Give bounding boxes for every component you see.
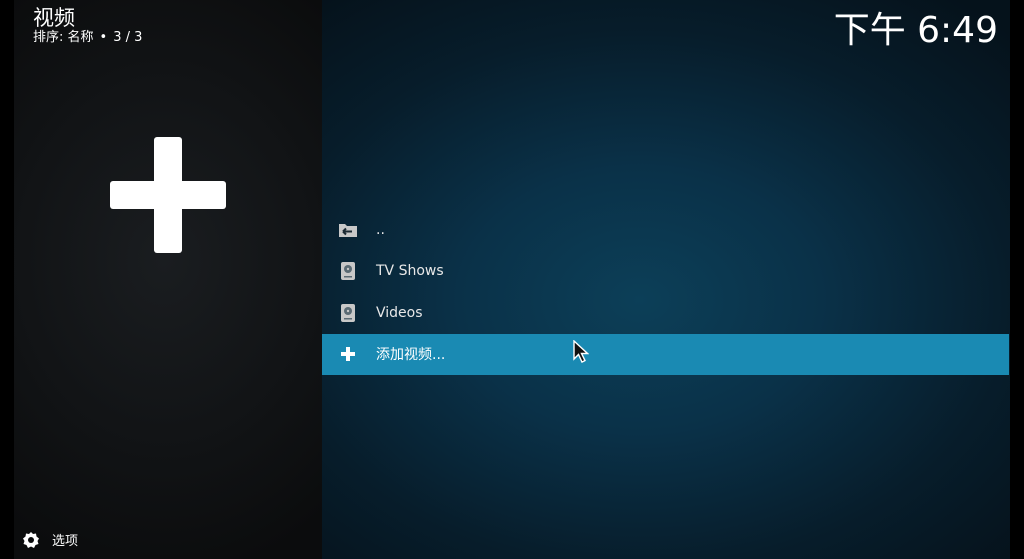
item-position: 3 / 3 xyxy=(113,30,143,45)
list-item-label: TV Shows xyxy=(376,263,444,280)
separator-dot: • xyxy=(99,30,108,45)
sort-info: 排序: 名称 • 3 / 3 xyxy=(33,30,142,46)
thumbnail-panel xyxy=(14,0,322,559)
sort-label: 排序: 名称 xyxy=(33,30,94,45)
gear-icon xyxy=(22,531,40,549)
list-item-label: Videos xyxy=(376,304,423,321)
mouse-cursor-icon xyxy=(573,339,590,364)
list-item-videos[interactable]: Videos xyxy=(322,292,1009,334)
list-item-parent-folder[interactable]: .. xyxy=(322,209,1009,251)
hard-drive-icon xyxy=(338,303,358,323)
hard-drive-icon xyxy=(338,261,358,281)
clock: 下午 6:49 xyxy=(833,10,998,51)
file-list: .. TV Shows Videos 添加视频... xyxy=(322,209,1009,375)
screen-edge-right xyxy=(1010,0,1024,559)
kodi-screen: 视频 排序: 名称 • 3 / 3 下午 6:49 .. TV Shows Vi… xyxy=(0,0,1024,559)
page-title: 视频 xyxy=(33,6,75,30)
screen-edge-left xyxy=(0,0,14,559)
list-item-add-videos[interactable]: 添加视频... xyxy=(322,333,1009,375)
list-item-tv-shows[interactable]: TV Shows xyxy=(322,251,1009,293)
options-button[interactable]: 选项 xyxy=(22,530,78,549)
plus-icon xyxy=(110,137,226,253)
plus-icon xyxy=(338,344,358,364)
list-item-label: .. xyxy=(376,221,385,238)
options-label: 选项 xyxy=(52,534,79,549)
list-item-label: 添加视频... xyxy=(376,347,446,364)
folder-back-icon xyxy=(338,220,358,240)
